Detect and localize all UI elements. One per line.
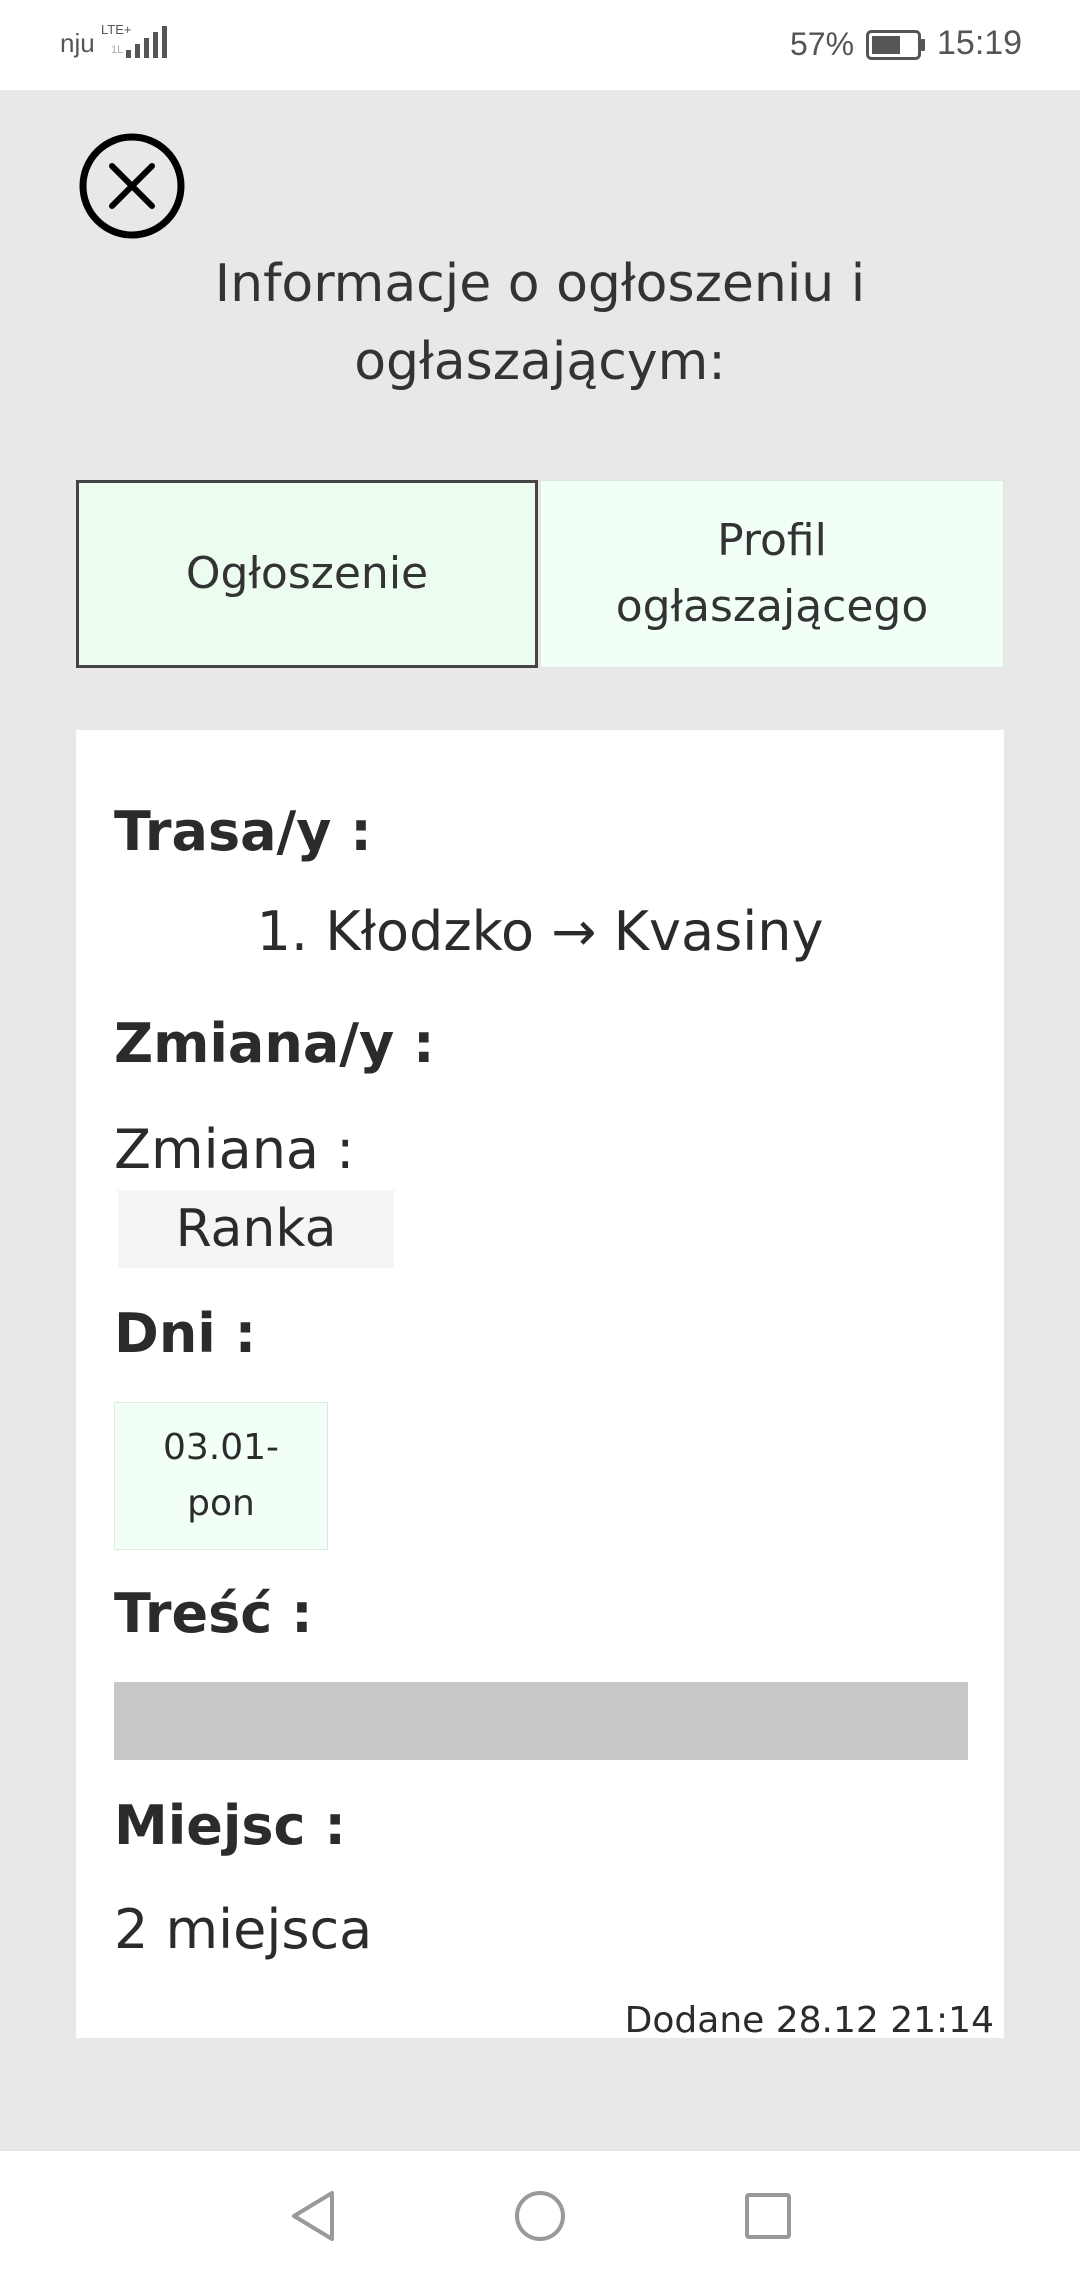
network-sub: 1L xyxy=(111,44,124,56)
content-box xyxy=(114,1682,968,1760)
shifts-label: Zmiana/y : xyxy=(114,1012,435,1075)
carrier-name: nju xyxy=(60,28,95,58)
tab-label: Ogłoszenie xyxy=(185,548,429,599)
page-title: Informacje o ogłoszeniu i ogłaszającym: xyxy=(214,254,866,392)
routes-label: Trasa/y : xyxy=(114,800,372,863)
battery-percent: 57% xyxy=(790,26,855,62)
listing-details-card: Trasa/y : 1. Kłodzko → Kvasiny Zmiana/y … xyxy=(76,730,1004,2041)
signal-icon xyxy=(126,26,167,58)
clock: 15:19 xyxy=(937,24,1023,62)
seats-label: Miejsc : xyxy=(114,1794,346,1857)
status-bar: nju LTE+ 1L 57% 15:19 xyxy=(0,0,1080,90)
close-circle-icon[interactable] xyxy=(78,132,186,240)
tab-label: Profil ogłaszającego xyxy=(615,515,929,632)
navigation-bar xyxy=(0,2150,1080,2281)
day-chip-label: 03.01- pon xyxy=(162,1427,280,1524)
back-icon[interactable] xyxy=(280,2181,350,2251)
tab-profil-oglaszajacego[interactable]: Profil ogłaszającego xyxy=(540,480,1004,668)
content-label: Treść : xyxy=(114,1582,313,1645)
home-icon[interactable] xyxy=(505,2181,575,2251)
day-chip[interactable]: 03.01- pon xyxy=(114,1402,328,1550)
recents-icon[interactable] xyxy=(733,2181,803,2251)
seats-value: 2 miejsca xyxy=(114,1898,373,1961)
battery-icon xyxy=(866,30,925,60)
tab-ogloszenie[interactable]: Ogłoszenie xyxy=(76,480,538,668)
route-item: 1. Kłodzko → Kvasiny xyxy=(256,900,824,963)
shift-label: Zmiana : xyxy=(114,1118,355,1181)
shift-value: Ranka xyxy=(118,1190,394,1268)
days-label: Dni : xyxy=(114,1302,257,1365)
added-timestamp: Dodane 28.12 21:14 xyxy=(624,2000,994,2041)
